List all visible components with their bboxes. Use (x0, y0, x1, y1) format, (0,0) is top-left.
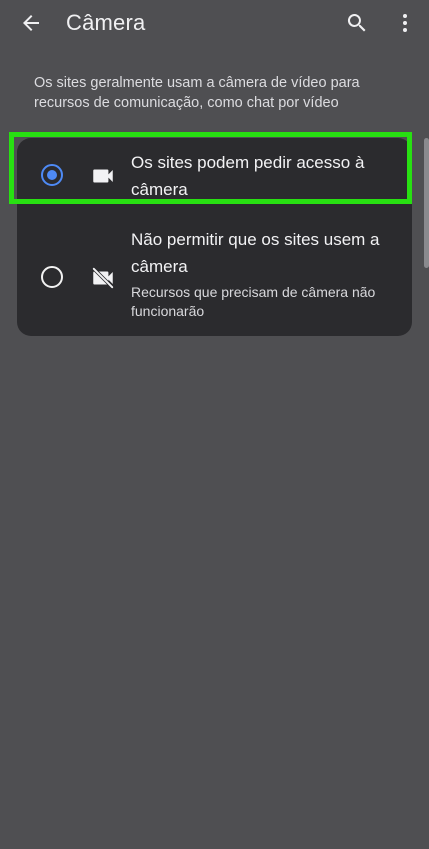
app-bar: Câmera (0, 0, 429, 48)
option-allow-text: Os sites podem pedir acesso à câmera (131, 149, 401, 203)
videocam-icon (93, 169, 113, 183)
more-vert-icon (403, 14, 407, 32)
back-button[interactable] (13, 5, 49, 41)
radio-button-selected[interactable] (41, 164, 63, 186)
camera-options-card: Os sites podem pedir acesso à câmera Não… (9, 132, 412, 336)
option-allow-camera[interactable]: Os sites podem pedir acesso à câmera (9, 132, 412, 214)
option-allow-label: Os sites podem pedir acesso à câmera (131, 153, 365, 199)
scrollbar[interactable] (424, 138, 429, 268)
option-block-label: Não permitir que os sites usem a câmera (131, 230, 380, 276)
more-options-button[interactable] (387, 5, 423, 41)
option-block-camera[interactable]: Não permitir que os sites usem a câmera … (17, 222, 412, 336)
radio-button-unselected[interactable] (41, 266, 63, 288)
arrow-back-icon (23, 15, 39, 31)
camera-description: Os sites geralmente usam a câmera de víd… (34, 75, 360, 111)
videocam-off-icon (91, 266, 115, 290)
option-block-sublabel: Recursos que precisam de câmera não func… (131, 284, 376, 319)
search-icon (347, 14, 366, 32)
option-block-text: Não permitir que os sites usem a câmera … (131, 226, 401, 321)
search-button[interactable] (339, 5, 375, 41)
page-title: Câmera (66, 10, 146, 35)
